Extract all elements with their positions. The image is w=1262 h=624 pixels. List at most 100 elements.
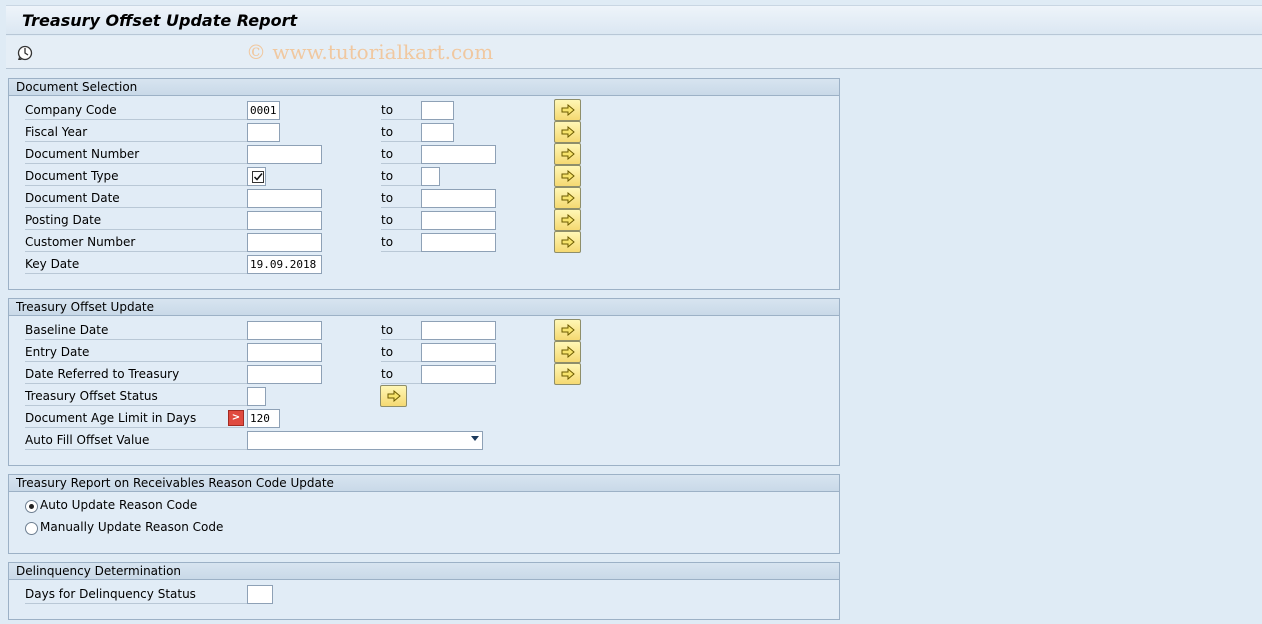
multiple-selection-button[interactable]: [554, 341, 581, 363]
field-label: Auto Fill Offset Value: [25, 431, 247, 450]
field-label: Entry Date: [25, 343, 247, 362]
document-type-from-input[interactable]: [247, 167, 266, 186]
document-age-limit-row: Document Age Limit in Days > 120: [9, 407, 839, 429]
delinquency-days-input[interactable]: [247, 585, 273, 604]
manual-update-option[interactable]: Manually Update Reason Code: [9, 517, 309, 539]
entry-date-from-input[interactable]: [247, 343, 322, 362]
reason-code-group: Treasury Report on Receivables Reason Co…: [8, 474, 840, 554]
radio-label: Manually Update Reason Code: [40, 520, 224, 534]
document-number-row: Document Number to: [9, 143, 839, 165]
multiple-selection-button[interactable]: [554, 319, 581, 341]
field-label: Document Age Limit in Days: [25, 409, 247, 428]
baseline-date-row: Baseline Date to: [9, 319, 839, 341]
to-label: to: [381, 211, 421, 230]
multiple-selection-button[interactable]: [554, 121, 581, 143]
to-label: to: [381, 189, 421, 208]
arrow-right-icon: [561, 214, 575, 226]
company-code-row: Company Code 0001 to: [9, 99, 839, 121]
group-header: Treasury Offset Update: [9, 299, 839, 316]
date-referred-to-input[interactable]: [421, 365, 496, 384]
key-date-input[interactable]: 19.09.2018: [247, 255, 322, 274]
arrow-right-icon: [561, 104, 575, 116]
multiple-selection-button[interactable]: [554, 231, 581, 253]
entry-date-row: Entry Date to: [9, 341, 839, 363]
document-date-from-input[interactable]: [247, 189, 322, 208]
arrow-right-icon: [561, 192, 575, 204]
watermark-text: © www.tutorialkart.com: [246, 40, 494, 64]
field-label: Treasury Offset Status: [25, 387, 247, 406]
entry-date-to-input[interactable]: [421, 343, 496, 362]
customer-number-to-input[interactable]: [421, 233, 496, 252]
delinquency-group: Delinquency Determination Days for Delin…: [8, 562, 840, 620]
multiple-selection-button[interactable]: [554, 165, 581, 187]
arrow-right-icon: [561, 126, 575, 138]
customer-number-from-input[interactable]: [247, 233, 322, 252]
application-toolbar: © www.tutorialkart.com: [6, 36, 1262, 69]
treasury-offset-update-group: Treasury Offset Update Baseline Date to …: [8, 298, 840, 466]
to-label: to: [381, 167, 421, 186]
auto-update-option[interactable]: Auto Update Reason Code: [9, 495, 309, 517]
execute-icon[interactable]: [16, 44, 34, 62]
field-label: Date Referred to Treasury: [25, 365, 247, 384]
baseline-date-from-input[interactable]: [247, 321, 322, 340]
arrow-right-icon: [561, 324, 575, 336]
document-date-to-input[interactable]: [421, 189, 496, 208]
to-label: to: [381, 145, 421, 164]
delinquency-days-row: Days for Delinquency Status: [9, 583, 839, 605]
chevron-down-icon[interactable]: [471, 436, 479, 441]
multiple-selection-button[interactable]: [554, 187, 581, 209]
page-title: Treasury Offset Update Report: [22, 11, 298, 30]
group-header: Treasury Report on Receivables Reason Co…: [9, 475, 839, 492]
field-label: Fiscal Year: [25, 123, 247, 142]
to-label: to: [381, 233, 421, 252]
fiscal-year-to-input[interactable]: [421, 123, 454, 142]
arrow-right-icon: [561, 346, 575, 358]
arrow-right-icon: [561, 236, 575, 248]
posting-date-from-input[interactable]: [247, 211, 322, 230]
document-number-to-input[interactable]: [421, 145, 496, 164]
group-header: Document Selection: [9, 79, 839, 96]
radio-label: Auto Update Reason Code: [40, 498, 198, 512]
baseline-date-to-input[interactable]: [421, 321, 496, 340]
auto-fill-offset-dropdown[interactable]: [247, 431, 483, 450]
multiple-selection-button[interactable]: [554, 99, 581, 121]
document-age-limit-input[interactable]: 120: [247, 409, 280, 428]
arrow-right-icon: [387, 390, 401, 402]
field-label: Company Code: [25, 101, 247, 120]
to-label: to: [381, 101, 421, 120]
field-label: Document Date: [25, 189, 247, 208]
document-type-row: Document Type to: [9, 165, 839, 187]
arrow-right-icon: [561, 368, 575, 380]
document-selection-group: Document Selection Company Code 0001 to …: [8, 78, 840, 290]
to-label: to: [381, 343, 421, 362]
arrow-right-icon: [561, 170, 575, 182]
fiscal-year-row: Fiscal Year to: [9, 121, 839, 143]
auto-fill-offset-row: Auto Fill Offset Value: [9, 429, 839, 451]
date-referred-row: Date Referred to Treasury to: [9, 363, 839, 385]
possible-entries-icon: [252, 171, 264, 183]
field-label: Key Date: [25, 255, 247, 274]
multiple-selection-button[interactable]: [554, 363, 581, 385]
customer-number-row: Customer Number to: [9, 231, 839, 253]
key-date-row: Key Date 19.09.2018: [9, 253, 839, 275]
multiple-selection-button[interactable]: [554, 209, 581, 231]
multiple-selection-button[interactable]: [380, 385, 407, 407]
date-referred-from-input[interactable]: [247, 365, 322, 384]
field-label: Baseline Date: [25, 321, 247, 340]
multiple-selection-button[interactable]: [554, 143, 581, 165]
radio-button[interactable]: [25, 522, 38, 535]
fiscal-year-from-input[interactable]: [247, 123, 280, 142]
field-label: Document Type: [25, 167, 247, 186]
document-type-to-input[interactable]: [421, 167, 440, 186]
document-date-row: Document Date to: [9, 187, 839, 209]
document-number-from-input[interactable]: [247, 145, 322, 164]
treasury-offset-status-input[interactable]: [247, 387, 266, 406]
posting-date-row: Posting Date to: [9, 209, 839, 231]
radio-button[interactable]: [25, 500, 38, 513]
to-label: to: [381, 365, 421, 384]
treasury-offset-status-row: Treasury Offset Status: [9, 385, 839, 407]
company-code-to-input[interactable]: [421, 101, 454, 120]
company-code-from-input[interactable]: 0001: [247, 101, 280, 120]
required-entry-icon: >: [228, 410, 244, 426]
posting-date-to-input[interactable]: [421, 211, 496, 230]
